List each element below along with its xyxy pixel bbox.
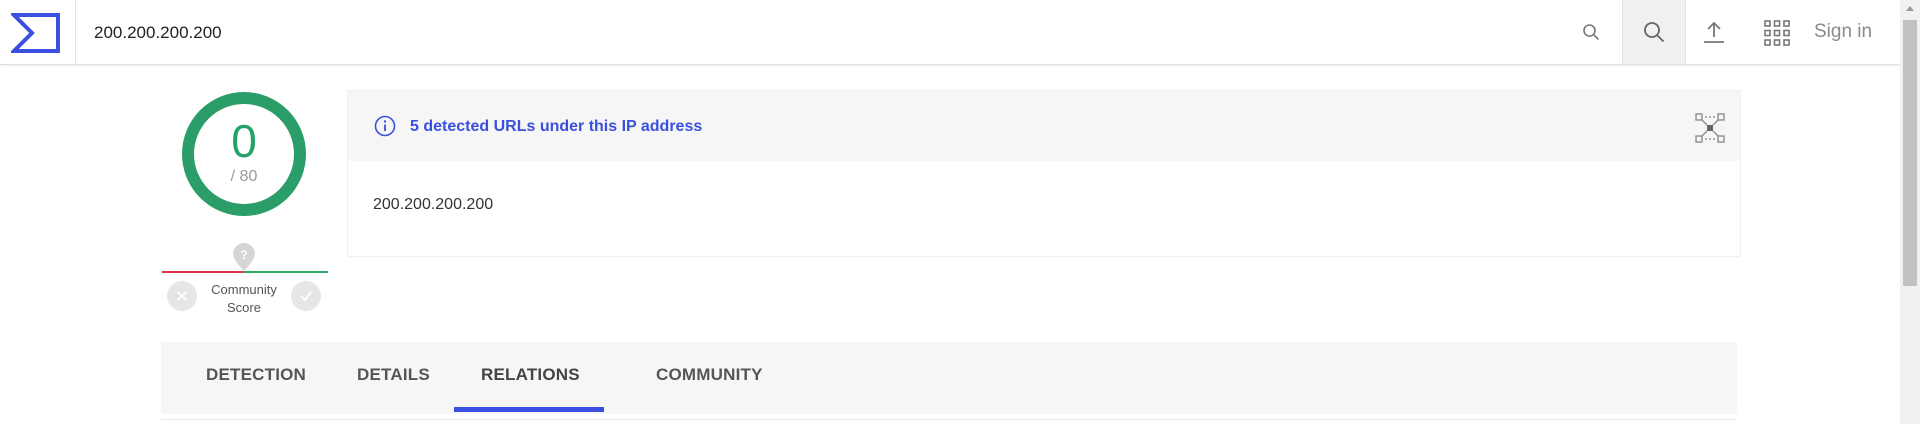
info-icon: [374, 115, 396, 137]
search-input[interactable]: [92, 20, 1556, 46]
search-icon: [1644, 22, 1664, 42]
close-icon: [177, 291, 187, 301]
page-scrollbar[interactable]: [1900, 0, 1920, 424]
logo-icon[interactable]: [11, 12, 61, 54]
summary-card-header: 5 detected URLs under this IP address: [348, 91, 1740, 161]
top-bar: Sign in: [0, 0, 1900, 65]
scroll-up-arrow-icon[interactable]: [1906, 6, 1914, 11]
tab-details[interactable]: DETAILS: [357, 365, 430, 385]
vote-harmless-button[interactable]: [291, 281, 321, 311]
graph-view-icon[interactable]: [1695, 113, 1725, 143]
detection-count: 0: [231, 115, 257, 167]
detected-urls-notice[interactable]: 5 detected URLs under this IP address: [410, 118, 702, 136]
community-bar-negative: [162, 271, 244, 273]
community-marker-text: ?: [240, 248, 247, 262]
community-label-line2: Score: [227, 300, 261, 315]
tab-detection[interactable]: DETECTION: [206, 365, 306, 385]
active-tab-indicator: [454, 407, 604, 412]
tab-bar: DETECTION DETAILS RELATIONS COMMUNITY: [161, 342, 1737, 414]
upload-icon[interactable]: [1700, 20, 1728, 46]
summary-card: 5 detected URLs under this IP address 20…: [347, 90, 1741, 257]
community-score-marker-icon: ?: [233, 243, 255, 271]
community-bar-positive: [244, 271, 328, 273]
divider: [161, 419, 1737, 420]
check-icon: [300, 291, 312, 302]
detection-total: / 80: [230, 168, 258, 185]
ip-address-text: 200.200.200.200: [373, 196, 494, 213]
community-score-label: Community Score: [200, 281, 288, 317]
search-icon[interactable]: [1582, 23, 1600, 41]
search-button[interactable]: [1622, 0, 1686, 64]
community-label-line1: Community: [211, 282, 277, 297]
vote-harmful-button[interactable]: [167, 281, 197, 311]
apps-grid-icon[interactable]: [1764, 20, 1790, 46]
divider: [75, 0, 76, 64]
tab-community[interactable]: COMMUNITY: [656, 365, 763, 385]
scrollbar-thumb[interactable]: [1903, 20, 1917, 286]
sign-in-link[interactable]: Sign in: [1814, 21, 1872, 43]
tab-relations[interactable]: RELATIONS: [481, 365, 580, 385]
